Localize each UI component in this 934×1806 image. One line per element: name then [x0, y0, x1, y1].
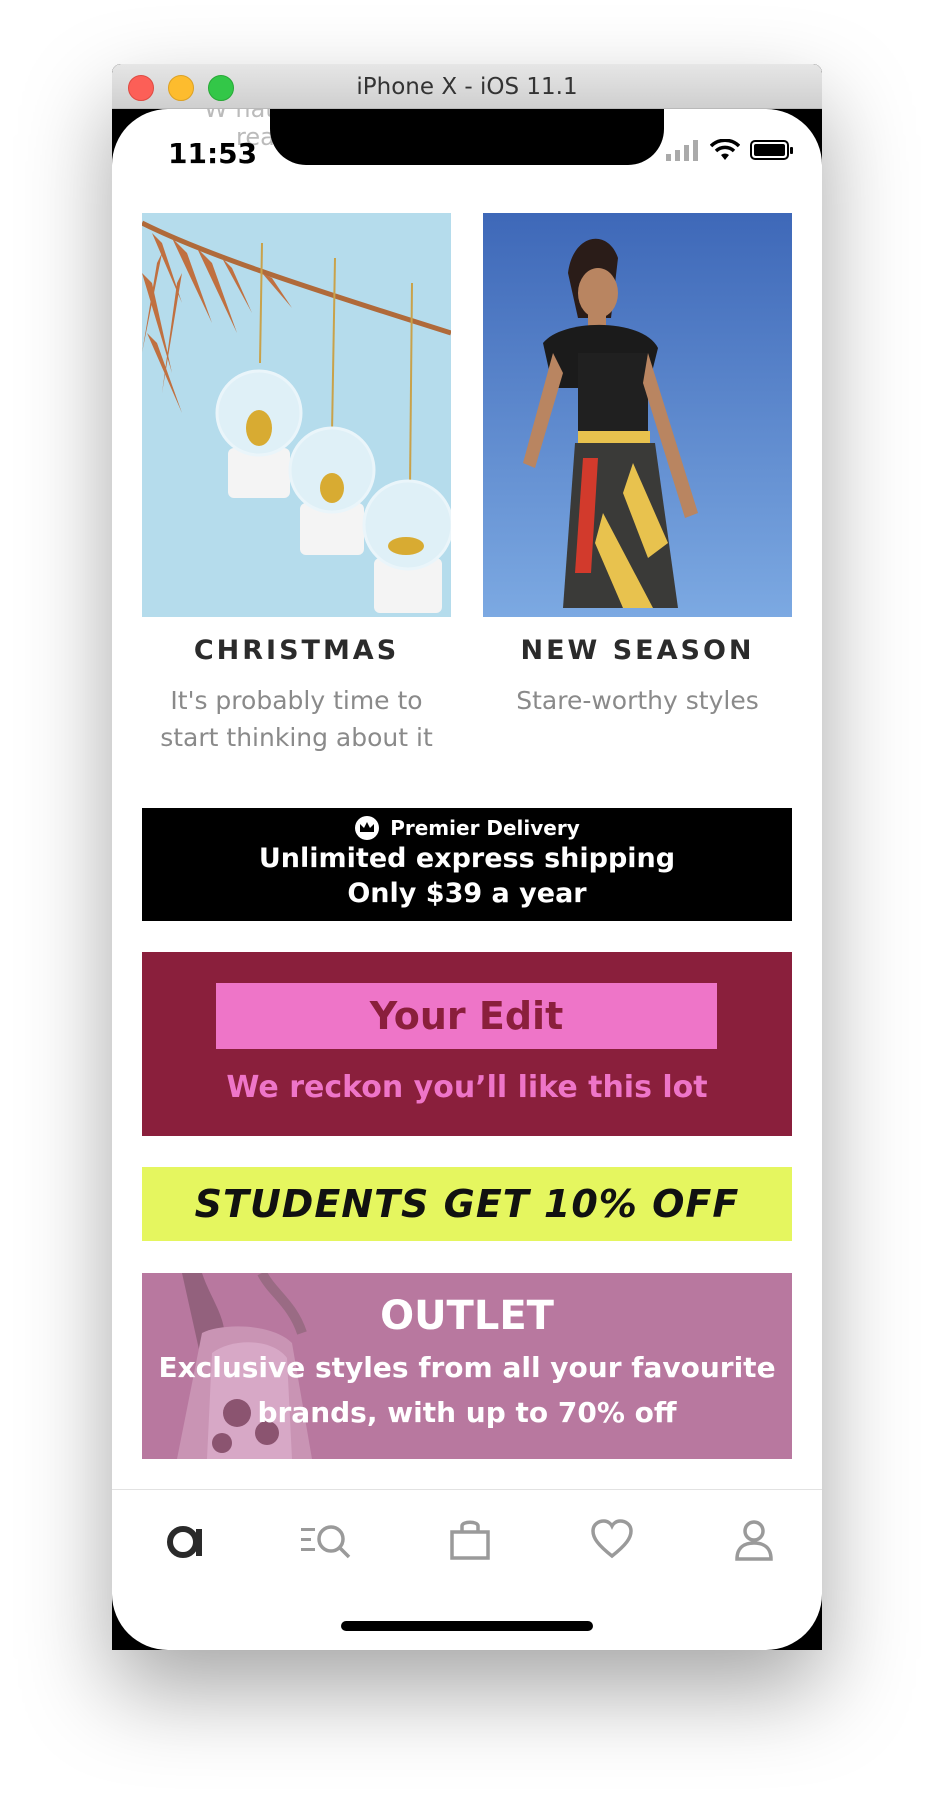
tab-search[interactable]: [298, 1512, 358, 1568]
phone-screen: W hat real 11:53 CHRISTMAS It's probably…: [112, 109, 822, 1650]
christmas-tile[interactable]: CHRISTMAS It's probably time to start th…: [142, 213, 451, 756]
outlet-subtitle-line-1: Exclusive styles from all your favourite: [158, 1351, 776, 1384]
search-icon: [301, 1525, 351, 1559]
home-indicator[interactable]: [341, 1621, 593, 1631]
tile-subtitle: It's probably time to start thinking abo…: [160, 686, 433, 752]
wifi-icon: [710, 139, 740, 160]
tab-account[interactable]: [724, 1512, 784, 1568]
battery-icon: [750, 140, 793, 160]
your-edit-tagline: We reckon you’ll like this lot: [226, 1070, 708, 1105]
your-edit-banner[interactable]: Your Edit We reckon you’ll like this lot: [142, 952, 792, 1136]
crown-icon: [355, 816, 380, 840]
tile-subtitle: Stare-worthy styles: [516, 686, 759, 715]
title-bar: iPhone X - iOS 11.1: [112, 64, 822, 109]
signal-icon: [666, 140, 698, 161]
tile-title: CHRISTMAS: [193, 635, 400, 666]
heart-icon: [591, 1519, 633, 1559]
tile-title: NEW SEASON: [520, 635, 755, 666]
tab-bag[interactable]: [440, 1512, 500, 1568]
tab-bar: [112, 1489, 822, 1590]
your-edit-button[interactable]: Your Edit: [216, 983, 717, 1049]
window-title: iPhone X - iOS 11.1: [356, 74, 578, 100]
fashion-model-image: [483, 213, 792, 617]
bag-icon: [450, 1520, 490, 1560]
status-icons: [666, 139, 794, 161]
new-season-tile[interactable]: NEW SEASON Stare-worthy styles: [483, 213, 792, 719]
premier-line-2: Only $39 a year: [347, 878, 587, 909]
home-icon: [167, 1526, 202, 1558]
snow-globe-ornaments-image: [142, 213, 451, 617]
outlet-subtitle-line-2: brands, with up to 70% off: [257, 1396, 677, 1429]
premier-line-1: Unlimited express shipping: [258, 843, 676, 874]
outlet-title: OUTLET: [380, 1293, 554, 1339]
account-icon: [735, 1520, 773, 1561]
outlet-banner[interactable]: OUTLET Exclusive styles from all your fa…: [142, 1273, 792, 1459]
premier-label: Premier Delivery: [390, 816, 580, 840]
tab-saved[interactable]: [582, 1512, 642, 1568]
notch: [270, 109, 664, 165]
students-banner[interactable]: STUDENTS GET 10% OFF: [142, 1167, 792, 1241]
premier-delivery-banner[interactable]: Premier Delivery Unlimited express shipp…: [142, 808, 792, 921]
tab-home[interactable]: [156, 1512, 216, 1568]
status-time: 11:53: [168, 137, 258, 170]
simulator-window: iPhone X - iOS 11.1 W hat real 11:53 CHR…: [112, 64, 822, 1650]
scrolled-text: W hat: [204, 109, 275, 123]
